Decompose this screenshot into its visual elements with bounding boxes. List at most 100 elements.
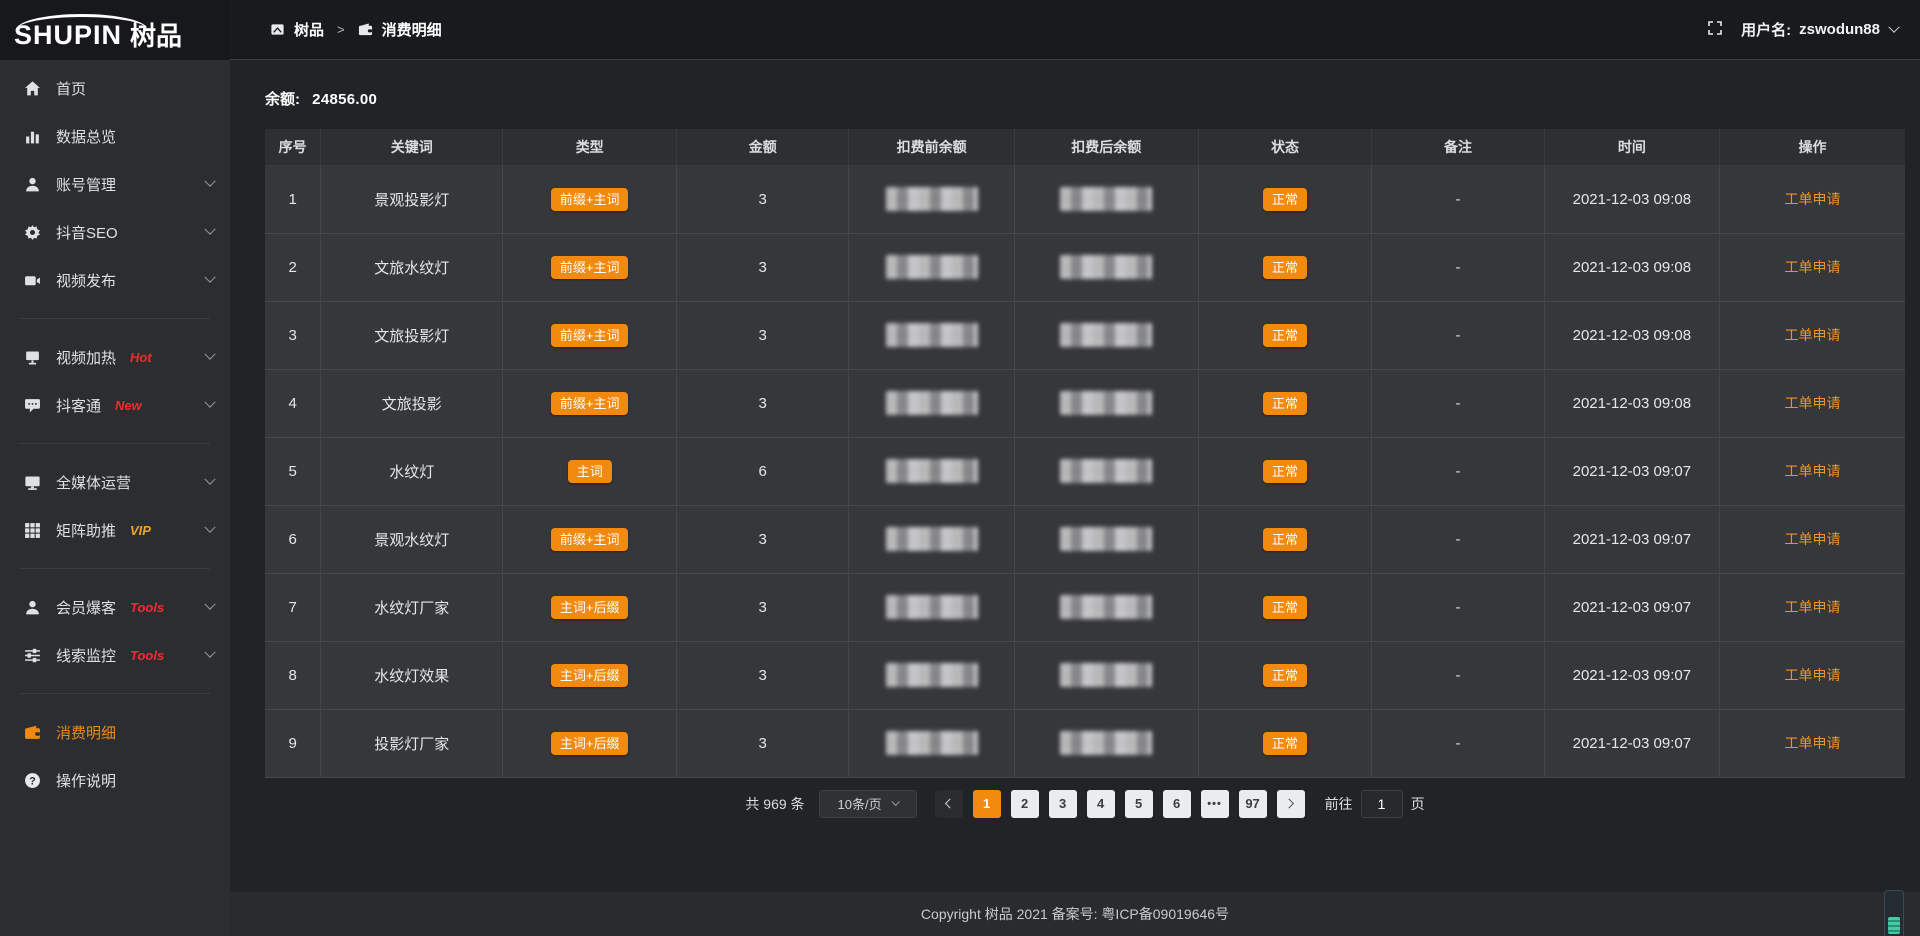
cell-keyword: 投影灯厂家 (321, 709, 503, 777)
work-order-link[interactable]: 工单申请 (1785, 327, 1841, 343)
cell-remark: - (1372, 505, 1544, 573)
sidebar: SHUPIN 树品 首页数据总览账号管理抖音SEO 视频发布视频加热Hot抖客通N… (0, 0, 230, 936)
sidebar-item-操作说明[interactable]: ?操作说明 (0, 756, 230, 804)
work-order-link[interactable]: 工单申请 (1785, 463, 1841, 479)
cell-amount: 3 (677, 641, 849, 709)
type-tag: 前缀+主词 (551, 256, 629, 279)
balance-line: 余额: 24856.00 (265, 88, 1905, 109)
masked-value (1060, 187, 1152, 211)
cell-time: 2021-12-03 09:07 (1544, 641, 1719, 709)
cell-amount: 3 (677, 233, 849, 301)
fullscreen-icon[interactable] (1707, 20, 1723, 39)
page-button-6[interactable]: 6 (1163, 790, 1191, 818)
app-logo: SHUPIN 树品 (0, 0, 230, 60)
page-button-4[interactable]: 4 (1087, 790, 1115, 818)
cell-pre-balance (849, 505, 1015, 573)
column-header-扣费后余额: 扣费后余额 (1014, 129, 1198, 165)
column-header-金额: 金额 (677, 129, 849, 165)
table-row: 5水纹灯主词6正常-2021-12-03 09:07工单申请 (265, 437, 1905, 505)
sidebar-item-会员爆客[interactable]: 会员爆客Tools (0, 583, 230, 631)
cell-action: 工单申请 (1720, 165, 1905, 233)
work-order-link[interactable]: 工单申请 (1785, 259, 1841, 275)
cell-pre-balance (849, 437, 1015, 505)
cell-pre-balance (849, 233, 1015, 301)
masked-value (886, 187, 978, 211)
cell-pre-balance (849, 369, 1015, 437)
goto-page-input[interactable] (1361, 790, 1403, 818)
sidebar-item-全媒体运营[interactable]: 全媒体运营 (0, 458, 230, 506)
column-header-序号: 序号 (265, 129, 321, 165)
cell-time: 2021-12-03 09:08 (1544, 233, 1719, 301)
cell-keyword: 水纹灯 (321, 437, 503, 505)
chevron-down-icon (1888, 21, 1899, 32)
sidebar-item-账号管理[interactable]: 账号管理 (0, 160, 230, 208)
page-size-select[interactable]: 10条/页 (819, 790, 917, 818)
cell-seq: 8 (265, 641, 321, 709)
prev-page-button[interactable] (935, 790, 963, 818)
page-button-97[interactable]: 97 (1239, 790, 1267, 818)
masked-value (886, 255, 978, 279)
cell-post-balance (1014, 437, 1198, 505)
cell-action: 工单申请 (1720, 505, 1905, 573)
work-order-link[interactable]: 工单申请 (1785, 667, 1841, 683)
cell-time: 2021-12-03 09:07 (1544, 505, 1719, 573)
sidebar-item-视频发布[interactable]: 视频发布 (0, 256, 230, 304)
breadcrumb-root-icon (270, 22, 285, 37)
page-button-3[interactable]: 3 (1049, 790, 1077, 818)
cell-post-balance (1014, 709, 1198, 777)
sidebar-item-数据总览[interactable]: 数据总览 (0, 112, 230, 160)
user-menu[interactable]: 用户名: zswodun88 (1741, 19, 1898, 40)
breadcrumb-root[interactable]: 树品 (294, 19, 324, 40)
consumption-table: 序号关键词类型金额扣费前余额扣费后余额状态备注时间操作 1景观投影灯前缀+主词3… (265, 129, 1905, 778)
cell-type: 前缀+主词 (503, 165, 677, 233)
next-page-button[interactable] (1277, 790, 1305, 818)
cell-status: 正常 (1198, 573, 1372, 641)
masked-value (886, 595, 978, 619)
work-order-link[interactable]: 工单申请 (1785, 395, 1841, 411)
sidebar-item-矩阵助推[interactable]: 矩阵助推VIP (0, 506, 230, 554)
status-tag: 正常 (1263, 256, 1307, 279)
sidebar-item-消费明细[interactable]: 消费明细 (0, 708, 230, 756)
sidebar-item-抖客通[interactable]: 抖客通New (0, 381, 230, 429)
sidebar-item-首页[interactable]: 首页 (0, 64, 230, 112)
type-tag: 前缀+主词 (551, 324, 629, 347)
chevron-down-icon (204, 474, 215, 485)
work-order-link[interactable]: 工单申请 (1785, 191, 1841, 207)
page-button-5[interactable]: 5 (1125, 790, 1153, 818)
cell-action: 工单申请 (1720, 233, 1905, 301)
cell-seq: 7 (265, 573, 321, 641)
cell-remark: - (1372, 301, 1544, 369)
status-tag: 正常 (1263, 732, 1307, 755)
pagination: 共 969 条 10条/页 123456•••97 前往 页 (265, 790, 1905, 818)
wallet-icon (24, 723, 42, 741)
cell-status: 正常 (1198, 301, 1372, 369)
masked-value (1060, 527, 1152, 551)
sidebar-item-label: 抖客通 (56, 395, 101, 416)
content: 余额: 24856.00 序号关键词类型金额扣费前余额扣费后余额状态备注时间操作… (230, 60, 1920, 936)
corner-widget[interactable] (1884, 890, 1904, 936)
wallet-icon (358, 22, 373, 37)
balance-label: 余额: (265, 91, 300, 108)
masked-value (886, 459, 978, 483)
cell-time: 2021-12-03 09:07 (1544, 573, 1719, 641)
cell-seq: 3 (265, 301, 321, 369)
cell-post-balance (1014, 641, 1198, 709)
page-buttons: 123456 ••• 97 (973, 790, 1267, 818)
work-order-link[interactable]: 工单申请 (1785, 531, 1841, 547)
cell-type: 主词+后缀 (503, 709, 677, 777)
work-order-link[interactable]: 工单申请 (1785, 735, 1841, 751)
sidebar-item-label: 抖音SEO (56, 222, 118, 243)
sidebar-item-视频加热[interactable]: 视频加热Hot (0, 333, 230, 381)
menu-divider (20, 443, 210, 444)
more-pages-button[interactable]: ••• (1201, 790, 1229, 818)
page-button-1[interactable]: 1 (973, 790, 1001, 818)
cell-keyword: 景观投影灯 (321, 165, 503, 233)
cell-time: 2021-12-03 09:07 (1544, 709, 1719, 777)
work-order-link[interactable]: 工单申请 (1785, 599, 1841, 615)
sidebar-item-线索监控[interactable]: 线索监控Tools (0, 631, 230, 679)
gear-icon (24, 223, 42, 241)
masked-value (1060, 391, 1152, 415)
cell-action: 工单申请 (1720, 641, 1905, 709)
sidebar-item-抖音SEO[interactable]: 抖音SEO (0, 208, 230, 256)
page-button-2[interactable]: 2 (1011, 790, 1039, 818)
